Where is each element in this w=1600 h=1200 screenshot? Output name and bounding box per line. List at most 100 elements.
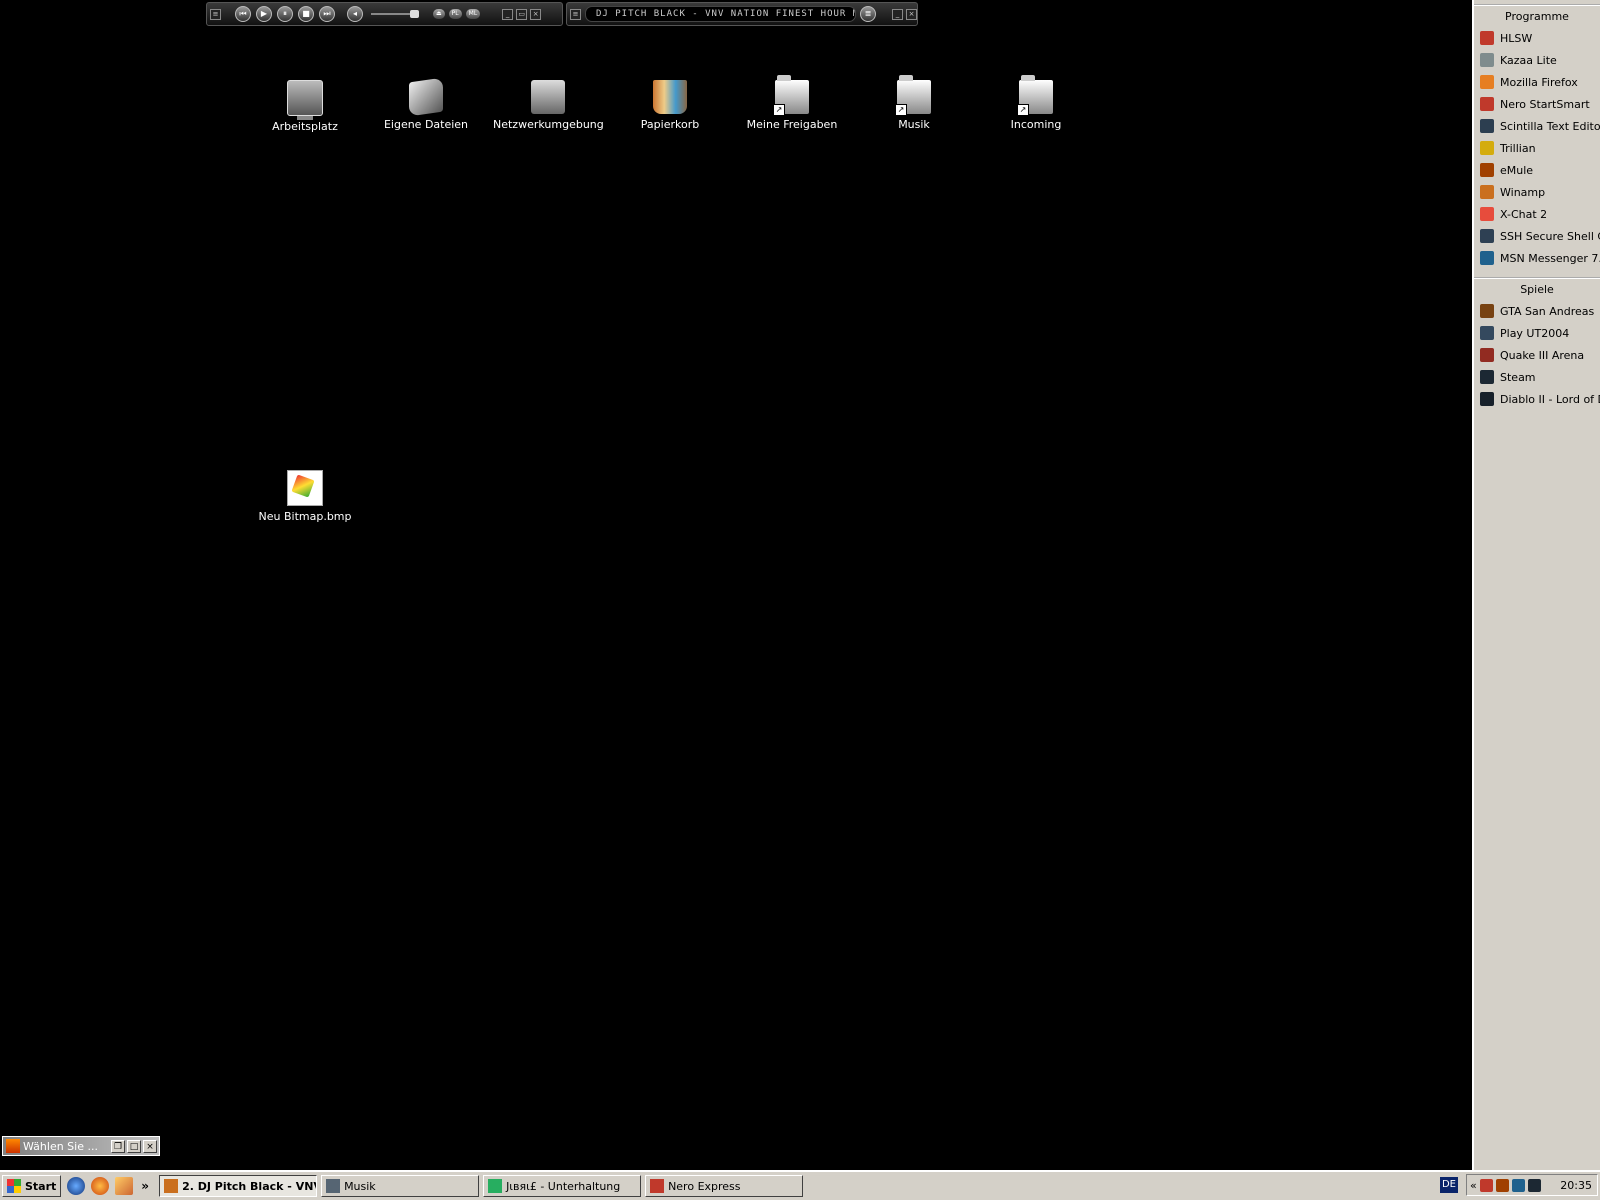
launcher-item[interactable]: GTA San Andreas [1474, 300, 1600, 322]
launcher-item[interactable]: Quake III Arena [1474, 344, 1600, 366]
desktop-icon-netzwerkumgebung[interactable]: Netzwerkumgebung [493, 80, 604, 131]
clock[interactable]: 20:35 [1560, 1179, 1592, 1192]
close-button[interactable]: × [906, 8, 917, 20]
recycle-bin-icon [653, 80, 687, 114]
app-icon [1480, 75, 1494, 89]
taskbar-button[interactable]: 2. DJ Pitch Black - VNV... [159, 1175, 318, 1197]
msn-tray-icon[interactable] [1511, 1178, 1525, 1192]
task-app-icon [650, 1179, 665, 1193]
firefox-icon[interactable] [91, 1177, 110, 1195]
desktop-icon-meine-freigaben[interactable]: ↗ Meine Freigaben [737, 75, 847, 131]
desktop-icon-arbeitsplatz[interactable]: Arbeitsplatz [250, 80, 360, 133]
launcher-item[interactable]: Diablo II - Lord of De [1474, 388, 1600, 410]
launcher-item[interactable]: MSN Messenger 7.0 [1474, 247, 1600, 269]
app-icon [1480, 392, 1494, 406]
close-button[interactable]: × [530, 8, 542, 20]
taskbar-button[interactable]: Nero Express [645, 1175, 804, 1197]
taskbar-button-label: Musik [344, 1179, 376, 1193]
pause-button[interactable]: ⏸ [277, 6, 293, 22]
media-library-button[interactable]: ML [465, 9, 481, 19]
winamp-menu-button[interactable]: ≡ [210, 8, 221, 20]
launcher-item[interactable]: Kazaa Lite [1474, 49, 1600, 71]
desktop[interactable]: Arbeitsplatz Eigene Dateien Netzwerkumge… [0, 0, 1472, 1170]
maximize-button[interactable]: □ [127, 1139, 141, 1153]
taskbar-button[interactable]: Musik [321, 1175, 480, 1197]
network-icon [531, 80, 565, 114]
track-title-display[interactable]: DJ PITCH BLACK - VNV NATION FINEST HOUR … [585, 6, 856, 22]
launcher-item-label: Scintilla Text Editor [1500, 119, 1600, 133]
eject-button[interactable]: ⏏ [433, 9, 445, 19]
language-indicator[interactable]: DE [1440, 1177, 1458, 1193]
app-icon [1480, 304, 1494, 318]
launcher-item[interactable]: SSH Secure Shell Clie [1474, 225, 1600, 247]
launcher-item[interactable]: Nero StartSmart [1474, 93, 1600, 115]
playlist-button[interactable]: PL [448, 9, 462, 19]
next-button[interactable]: ⏭ [319, 6, 335, 22]
launcher-item[interactable]: HLSW [1474, 27, 1600, 49]
dialog-app-icon [6, 1139, 20, 1153]
launcher-item[interactable]: Play UT2004 [1474, 322, 1600, 344]
launcher-item[interactable]: Trillian [1474, 137, 1600, 159]
task-list: 2. DJ Pitch Black - VNV... Musik Jιвяι£ - … [155, 1175, 804, 1197]
launcher-item-label: Winamp [1500, 185, 1546, 199]
minimize-button[interactable]: _ [892, 8, 903, 20]
launcher-item-label: Trillian [1500, 141, 1536, 155]
shade-button[interactable]: ▭ [516, 8, 528, 20]
app-icon [1480, 370, 1494, 384]
minimize-button[interactable]: _ [502, 8, 514, 20]
emule-tray-icon[interactable] [1495, 1178, 1509, 1192]
folder-shortcut-icon: ↗ [1017, 75, 1053, 116]
desktop-icon-label: Arbeitsplatz [272, 120, 338, 133]
winamp-title-menu-button[interactable]: ≡ [570, 8, 581, 20]
desktop-icon-papierkorb[interactable]: Papierkorb [615, 80, 725, 131]
bitmap-file-icon [287, 470, 323, 506]
internet-explorer-icon[interactable] [67, 1177, 86, 1195]
launcher-item-label: Kazaa Lite [1500, 53, 1557, 67]
winamp-main-window[interactable]: ≡ ⏮ ▶ ⏸ ■ ⏭ ◂ ⏏ PL ML _ ▭ × [206, 2, 563, 26]
app-icon [1480, 97, 1494, 111]
minimized-dialog-window[interactable]: Wählen Sie ... ❐ □ × [2, 1136, 160, 1156]
tray-expand-chevron[interactable]: « [1470, 1179, 1477, 1192]
launcher-item-label: MSN Messenger 7.0 [1500, 251, 1600, 265]
launcher-item-label: SSH Secure Shell Clie [1500, 229, 1600, 243]
launcher-item-label: Steam [1500, 370, 1536, 384]
restore-button[interactable]: ❐ [111, 1139, 125, 1153]
start-label: Start [25, 1179, 57, 1193]
launcher-item[interactable]: Mozilla Firefox [1474, 71, 1600, 93]
launcher-item[interactable]: Winamp [1474, 181, 1600, 203]
play-button[interactable]: ▶ [256, 6, 272, 22]
app-icon [1480, 207, 1494, 221]
desktop-icon-label: Neu Bitmap.bmp [258, 510, 352, 523]
launcher-item[interactable]: X-Chat 2 [1474, 203, 1600, 225]
launcher-sidebar: Programme HLSW Kazaa Lite Mozilla Firefox N… [1472, 0, 1600, 1170]
stop-button[interactable]: ■ [298, 6, 314, 22]
previous-button[interactable]: ⏮ [235, 6, 251, 22]
desktop-icon-neu-bitmap[interactable]: Neu Bitmap.bmp [250, 470, 360, 523]
ati-tray-icon[interactable] [1479, 1178, 1493, 1192]
taskbar: Start » 2. DJ Pitch Black - VNV... Musik J… [0, 1170, 1600, 1200]
launcher-item[interactable]: Steam [1474, 366, 1600, 388]
app-icon [1480, 251, 1494, 265]
desktop-icon-label: Papierkorb [640, 118, 700, 131]
desktop-icon-musik[interactable]: ↗ Musik [859, 75, 969, 131]
app-icon [1480, 326, 1494, 340]
close-button[interactable]: × [143, 1139, 157, 1153]
app-icon [1480, 163, 1494, 177]
taskbar-button[interactable]: Jιвяι£ - Unterhaltung [483, 1175, 642, 1197]
winamp-icon[interactable] [115, 1177, 134, 1195]
task-app-icon [164, 1179, 179, 1193]
quicklaunch-chevron[interactable]: » [141, 1179, 149, 1193]
volume-slider[interactable] [371, 10, 419, 18]
group-title-spiele: Spiele [1474, 277, 1600, 300]
desktop-icon-eigene-dateien[interactable]: Eigene Dateien [371, 77, 481, 131]
start-button[interactable]: Start [2, 1175, 62, 1197]
steam-tray-icon[interactable] [1527, 1178, 1541, 1192]
desktop-icon-label: Netzwerkumgebung [493, 118, 604, 131]
launcher-item[interactable]: eMule [1474, 159, 1600, 181]
playlist-menu-icon[interactable]: ≣ [860, 6, 876, 22]
shortcut-arrow-icon: ↗ [773, 104, 785, 116]
winamp-title-window[interactable]: ≡ DJ PITCH BLACK - VNV NATION FINEST HOU… [566, 2, 918, 26]
launcher-item[interactable]: Scintilla Text Editor [1474, 115, 1600, 137]
desktop-icon-incoming[interactable]: ↗ Incoming [981, 75, 1091, 131]
taskbar-button-label: Nero Express [668, 1179, 741, 1193]
